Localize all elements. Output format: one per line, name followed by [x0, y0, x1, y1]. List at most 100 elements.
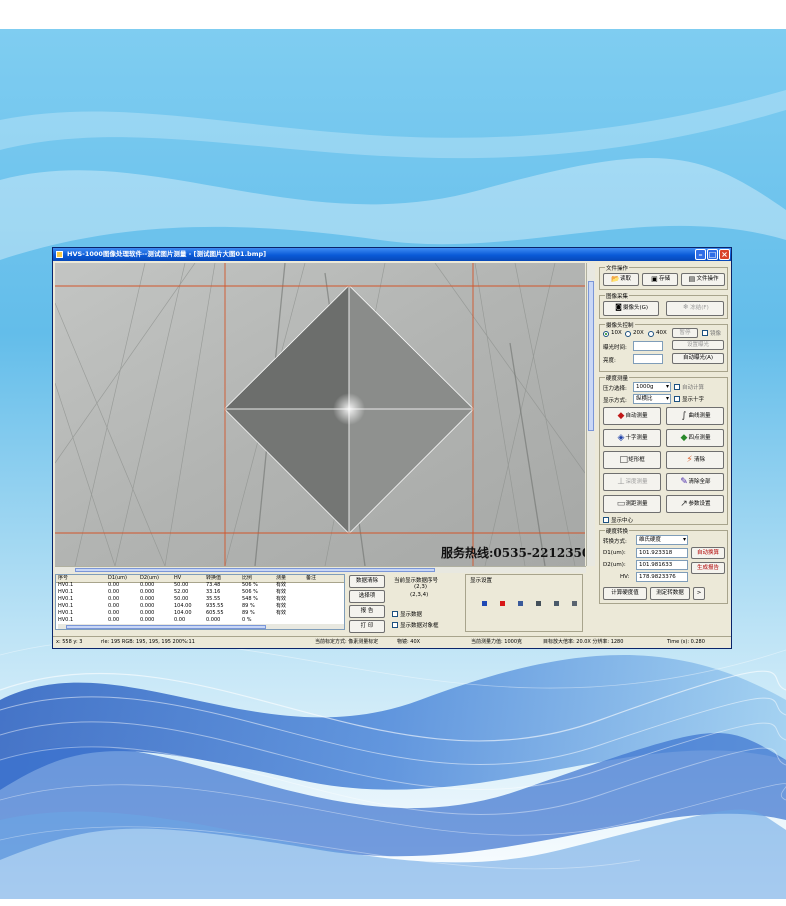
- table-cell: 35.55: [206, 596, 221, 602]
- table-horizontal-scrollbar[interactable]: [58, 624, 344, 629]
- print-button[interactable]: 打 印: [349, 620, 385, 633]
- res-40x-radio[interactable]: [648, 331, 654, 337]
- disk-icon: ▣: [651, 275, 658, 283]
- minimize-button[interactable]: –: [695, 249, 706, 260]
- group-conversion: 硬度转换 转换方式: 维氏硬度 D1(um): 101.923318 D2(um…: [599, 527, 728, 604]
- table-row[interactable]: HV0.1 0.00 0.000 104.00 935.55 89 % 有效: [56, 603, 344, 610]
- conv-mode-select[interactable]: 维氏硬度: [636, 535, 688, 545]
- hardness-button-6[interactable]: ⚡清除: [666, 451, 724, 469]
- hardness-button-8[interactable]: ✎清除全部: [666, 473, 724, 491]
- table-cell: 0.00: [108, 603, 120, 609]
- save-button[interactable]: ▣存储: [642, 273, 678, 286]
- table-cell: 89 %: [242, 610, 255, 616]
- reset-data-button[interactable]: 测定转数据: [650, 587, 690, 600]
- folder-icon: 📂: [611, 275, 620, 283]
- image-viewer[interactable]: 服务热线:0535-2212350: [55, 263, 585, 566]
- table-row[interactable]: HV0.1 0.00 0.000 50.00 35.55 548 % 有效: [56, 596, 344, 603]
- table-cell: 有效: [276, 603, 287, 609]
- set-exposure-button[interactable]: 设置曝光: [672, 340, 724, 350]
- viewer-hscroll-thumb[interactable]: [75, 568, 435, 572]
- brightness-slider-field[interactable]: [633, 354, 663, 364]
- group-file-ops-label: 文件操作: [605, 264, 630, 272]
- hardness-button-5[interactable]: □矩形框: [603, 451, 661, 469]
- viewer-vscroll-thumb[interactable]: [588, 281, 594, 431]
- res-10x-radio[interactable]: [603, 331, 609, 337]
- brightness-label: 亮度:: [603, 358, 616, 364]
- d1-field[interactable]: 101.923318: [636, 548, 688, 558]
- hardness-button-7[interactable]: ⊥深度测量: [603, 473, 661, 491]
- hardness-button-2[interactable]: ∫ 曲线测量: [666, 407, 724, 425]
- table-hscroll-thumb[interactable]: [66, 625, 266, 629]
- hardness-button-3[interactable]: ◈十字测量: [603, 429, 661, 447]
- freeze-button[interactable]: ❄ 冻结(F): [666, 301, 724, 316]
- viewer-horizontal-scrollbar[interactable]: [55, 566, 586, 573]
- show-data-checkbox[interactable]: [392, 611, 398, 617]
- table-row[interactable]: HV0.1 0.00 0.000 50.00 73.48 506 % 有效: [56, 582, 344, 589]
- file-ops-button[interactable]: ▤文件操作: [681, 273, 725, 286]
- table-cell: 0.00: [108, 610, 120, 616]
- load-select[interactable]: 1000g: [633, 382, 671, 392]
- d2-field[interactable]: 101.981633: [636, 560, 688, 570]
- color-swatch-2[interactable]: [500, 601, 505, 606]
- method-label: 显示方式:: [603, 398, 627, 404]
- color-swatch-3[interactable]: [518, 601, 523, 606]
- d2-label: D2(um):: [603, 562, 626, 568]
- results-table[interactable]: 序号 D1(um) D2(um) HV 转换值 比例 测量 备注 HV0.1 0.…: [55, 574, 345, 630]
- delete-data-button[interactable]: 数据清除: [349, 575, 385, 588]
- color-swatch-5[interactable]: [554, 601, 559, 606]
- title-bar[interactable]: HVS-1000图像处理软件--测试图片测量 - [测试图片大图01.bmp] …: [53, 248, 731, 261]
- show-cross-checkbox[interactable]: [674, 396, 680, 402]
- hardness-button-4[interactable]: ◆四点测量: [666, 429, 724, 447]
- calc-hardness-button[interactable]: 计算硬度值: [603, 587, 647, 600]
- mirror-checkbox[interactable]: [702, 330, 708, 336]
- auto-exposure-button[interactable]: 自动曝光(A): [672, 353, 724, 364]
- col-header-note: 备注: [306, 575, 317, 581]
- select-item-button[interactable]: 选择项: [349, 590, 385, 603]
- table-cell: 0.00: [108, 617, 120, 623]
- table-row[interactable]: HV0.1 0.00 0.000 52.00 33.16 506 % 有效: [56, 589, 344, 596]
- table-cell: 0.000: [206, 617, 221, 623]
- open-button[interactable]: 📂读取: [603, 273, 639, 286]
- maximize-button[interactable]: □: [707, 249, 718, 260]
- pause-button[interactable]: 暂停: [672, 328, 698, 338]
- hardness-tool-icon: ⚡: [686, 455, 693, 465]
- auto-calc-label: 自动计算: [682, 385, 705, 391]
- color-swatch-1[interactable]: [482, 601, 487, 606]
- exposure-slider-field[interactable]: [633, 341, 663, 351]
- table-cell: 33.16: [206, 589, 221, 595]
- color-swatch-6[interactable]: [572, 601, 577, 606]
- auto-calc-checkbox[interactable]: [674, 384, 680, 390]
- table-row[interactable]: HV0.1 0.00 0.000 104.00 605.55 89 % 有效: [56, 610, 344, 617]
- table-cell: 52.00: [174, 589, 189, 595]
- capture-button[interactable]: ◙摄像头(G): [603, 301, 659, 316]
- report-button[interactable]: 报 告: [349, 605, 385, 618]
- color-swatch-4[interactable]: [536, 601, 541, 606]
- more-button[interactable]: >: [693, 587, 705, 600]
- close-button[interactable]: ×: [719, 249, 730, 260]
- auto-convert-button[interactable]: 自动换算: [691, 547, 725, 559]
- show-cross-label: 显示十字: [682, 397, 705, 403]
- stats-panel: 当前显示数据序号 (2,3) (2,3,4) 显示数据 显示数据对象框: [388, 574, 464, 632]
- table-cell: 0.000: [140, 610, 155, 616]
- table-cell: 0 %: [242, 617, 252, 623]
- table-cell: 0.000: [140, 617, 155, 623]
- group-image-capture-label: 图像采集: [605, 292, 630, 300]
- hv-field[interactable]: 178.9823376: [636, 572, 688, 582]
- table-row[interactable]: HV0.1 0.00 0.000 0.00 0.000 0 %: [56, 617, 344, 624]
- table-cell: HV0.1: [58, 596, 74, 602]
- generate-report-button[interactable]: 生成报告: [691, 562, 725, 574]
- hardness-button-1[interactable]: ◆自动测量: [603, 407, 661, 425]
- group-image-capture: 图像采集 ◙摄像头(G) ❄ 冻结(F): [599, 292, 728, 319]
- show-data-label: 显示数据: [400, 612, 423, 618]
- method-select[interactable]: 纵横比: [633, 394, 671, 404]
- show-center-label: 显示中心: [611, 518, 634, 524]
- hardness-button-10[interactable]: ↗参数设置: [666, 495, 724, 513]
- show-center-checkbox[interactable]: [603, 517, 609, 523]
- col-header-converted: 转换值: [206, 575, 222, 581]
- hardness-button-9[interactable]: ▭测距测量: [603, 495, 661, 513]
- res-20x-radio[interactable]: [625, 331, 631, 337]
- service-hotline-watermark: 服务热线:0535-2212350: [441, 546, 585, 560]
- status-coords: x: 558 y: 3: [56, 639, 83, 645]
- viewer-vertical-scrollbar[interactable]: [586, 263, 595, 566]
- show-in-image-checkbox[interactable]: [392, 622, 398, 628]
